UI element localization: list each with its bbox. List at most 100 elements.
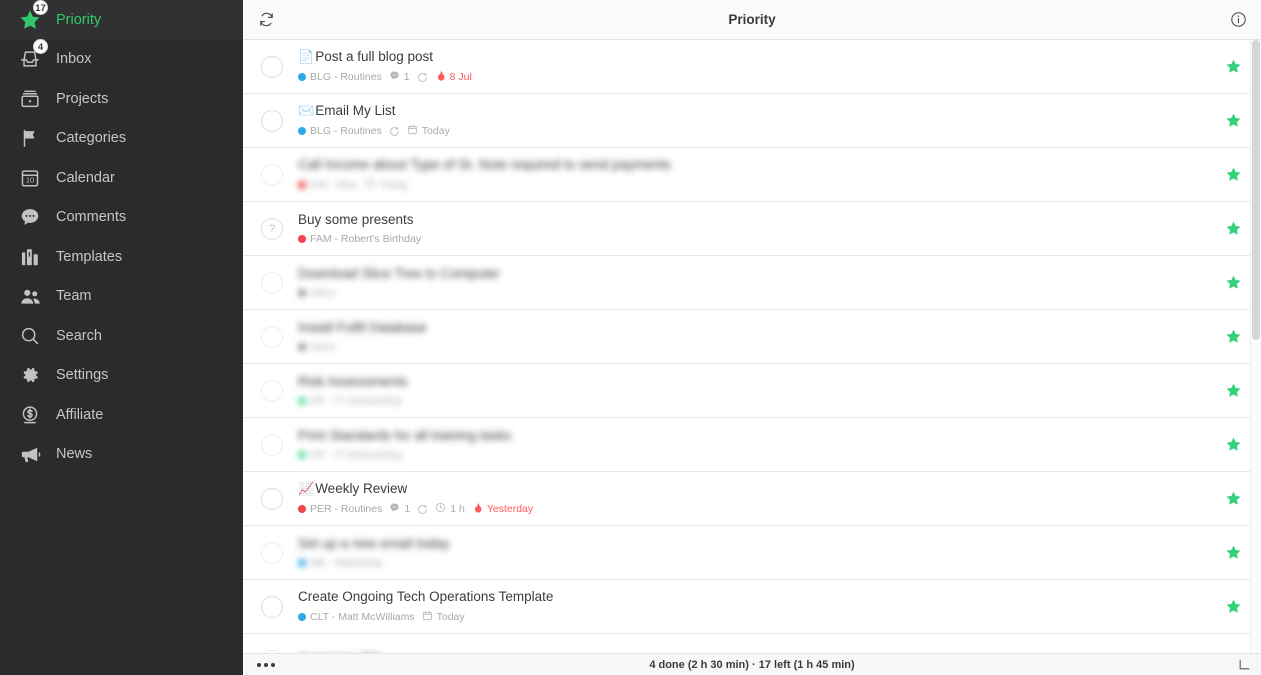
task-title-line[interactable]: Call Income about Type of St. Note requi… bbox=[298, 157, 1213, 173]
star-icon[interactable] bbox=[1213, 220, 1253, 237]
task-title-line[interactable]: 📈 Weekly Review bbox=[298, 481, 1213, 497]
task-title-line[interactable]: Risk Assessments bbox=[298, 374, 1213, 390]
task-row[interactable]: 📄 Post a full blog post BLG - Routines 1 … bbox=[243, 40, 1261, 94]
task-row[interactable]: 📈 Weekly Review PER - Routines 1 1 h Yest… bbox=[243, 472, 1261, 526]
task-content[interactable]: Call Income about Type of St. Note requi… bbox=[298, 157, 1213, 192]
sidebar-item-affiliate[interactable]: Affiliate bbox=[0, 395, 243, 435]
task-title-line[interactable]: ✉️ Email My List bbox=[298, 103, 1213, 119]
sidebar-item-settings[interactable]: Settings bbox=[0, 356, 243, 396]
task-content[interactable]: Set up a new email today MK - Marketing bbox=[298, 536, 1213, 569]
task-checkbox[interactable] bbox=[261, 163, 283, 186]
task-checkbox[interactable] bbox=[261, 55, 283, 78]
star-icon[interactable] bbox=[1213, 382, 1253, 399]
task-content[interactable]: Buy some presents FAM - Robert's Birthda… bbox=[298, 212, 1213, 245]
task-row[interactable]: Set up a new email today MK - Marketing bbox=[243, 526, 1261, 580]
task-checkbox[interactable] bbox=[261, 595, 283, 618]
task-title: Weekly Review bbox=[315, 480, 408, 496]
refresh-icon[interactable] bbox=[243, 0, 289, 40]
task-row[interactable]: Create Ongoing Tech Operations Template … bbox=[243, 580, 1261, 634]
task-title-line[interactable]: Buy some presents bbox=[298, 212, 1213, 228]
task-row[interactable]: Call Income about Type of St. Note requi… bbox=[243, 148, 1261, 202]
task-row[interactable]: Risk Assessments OP - IT Onboarding bbox=[243, 364, 1261, 418]
star-icon[interactable] bbox=[1213, 490, 1253, 507]
vertical-scrollbar[interactable] bbox=[1250, 40, 1261, 653]
sidebar-item-calendar[interactable]: 10 Calendar bbox=[0, 158, 243, 198]
more-options-icon[interactable] bbox=[243, 662, 289, 667]
task-due-date[interactable]: Today bbox=[365, 178, 408, 192]
task-project[interactable]: FIN - Misc bbox=[298, 179, 358, 191]
star-icon[interactable] bbox=[1213, 58, 1253, 75]
task-emoji: 📈 bbox=[298, 480, 315, 496]
task-title-line[interactable]: Install Fulfil Database bbox=[298, 320, 1213, 336]
task-comments[interactable]: 1 bbox=[389, 70, 410, 84]
task-title-line[interactable]: Create Ongoing Tech Operations Template bbox=[298, 589, 1213, 605]
sidebar-item-projects[interactable]: Projects bbox=[0, 79, 243, 119]
task-row[interactable]: Install Fulfil Database Inbox bbox=[243, 310, 1261, 364]
task-row[interactable]: Complete IPS bbox=[243, 634, 1261, 653]
task-list[interactable]: 📄 Post a full blog post BLG - Routines 1 … bbox=[243, 40, 1261, 653]
task-content[interactable]: 📄 Post a full blog post BLG - Routines 1 … bbox=[298, 49, 1213, 85]
star-icon[interactable] bbox=[1213, 544, 1253, 561]
task-due-date[interactable]: Today bbox=[407, 124, 450, 138]
task-title-line[interactable]: Set up a new email today bbox=[298, 536, 1213, 552]
task-project[interactable]: BLG - Routines bbox=[298, 71, 382, 83]
task-row[interactable]: ? Buy some presents FAM - Robert's Birth… bbox=[243, 202, 1261, 256]
sidebar-item-search[interactable]: Search bbox=[0, 316, 243, 356]
sidebar-item-team[interactable]: Team bbox=[0, 277, 243, 317]
repeat-icon[interactable] bbox=[417, 504, 428, 515]
task-title-line[interactable]: Download Slice Tree to Computer bbox=[298, 266, 1213, 282]
task-checkbox[interactable] bbox=[261, 433, 283, 456]
sidebar-item-templates[interactable]: Templates bbox=[0, 237, 243, 277]
star-icon[interactable] bbox=[1213, 112, 1253, 129]
task-project[interactable]: Inbox bbox=[298, 287, 336, 299]
task-content[interactable]: Create Ongoing Tech Operations Template … bbox=[298, 589, 1213, 624]
task-content[interactable]: Install Fulfil Database Inbox bbox=[298, 320, 1213, 353]
task-duration[interactable]: 1 h bbox=[435, 502, 465, 516]
info-icon[interactable] bbox=[1215, 0, 1261, 40]
task-due-date[interactable]: Yesterday bbox=[472, 502, 533, 517]
task-checkbox[interactable] bbox=[261, 271, 283, 294]
sidebar-item-comments[interactable]: Comments bbox=[0, 198, 243, 238]
task-project[interactable]: MK - Marketing bbox=[298, 557, 381, 569]
task-checkbox[interactable] bbox=[261, 325, 283, 348]
task-checkbox[interactable] bbox=[261, 379, 283, 402]
task-content[interactable]: 📈 Weekly Review PER - Routines 1 1 h Yest… bbox=[298, 481, 1213, 517]
task-content[interactable]: Download Slice Tree to Computer Inbox bbox=[298, 266, 1213, 299]
task-comments[interactable]: 1 bbox=[389, 502, 410, 516]
task-project[interactable]: FAM - Robert's Birthday bbox=[298, 233, 421, 245]
sidebar-item-categories[interactable]: Categories bbox=[0, 119, 243, 159]
task-project[interactable]: Inbox bbox=[298, 341, 336, 353]
task-content[interactable]: ✉️ Email My List BLG - Routines Today bbox=[298, 103, 1213, 138]
task-due-date[interactable]: 8 Jul bbox=[435, 70, 472, 85]
star-icon[interactable] bbox=[1213, 598, 1253, 615]
star-icon[interactable] bbox=[1213, 166, 1253, 183]
star-icon[interactable] bbox=[1213, 274, 1253, 291]
task-title-line[interactable]: 📄 Post a full blog post bbox=[298, 49, 1213, 65]
task-row[interactable]: ✉️ Email My List BLG - Routines Today bbox=[243, 94, 1261, 148]
task-due-date[interactable]: Today bbox=[422, 610, 465, 624]
task-title-line[interactable]: Print Standards for all training tasks bbox=[298, 428, 1213, 444]
task-row[interactable]: Print Standards for all training tasks O… bbox=[243, 418, 1261, 472]
task-checkbox[interactable] bbox=[261, 541, 283, 564]
task-project[interactable]: CLT - Matt McWilliams bbox=[298, 611, 415, 623]
sidebar-item-priority[interactable]: 17 Priority bbox=[0, 0, 243, 40]
task-content[interactable]: Risk Assessments OP - IT Onboarding bbox=[298, 374, 1213, 407]
repeat-icon[interactable] bbox=[389, 126, 400, 137]
task-project[interactable]: OP - IT Onboarding bbox=[298, 449, 401, 461]
task-checkbox[interactable] bbox=[261, 487, 283, 510]
task-title: Set up a new email today bbox=[298, 536, 450, 551]
task-checkbox[interactable] bbox=[261, 109, 283, 132]
star-icon[interactable] bbox=[1213, 328, 1253, 345]
repeat-icon[interactable] bbox=[417, 72, 428, 83]
sidebar-item-news[interactable]: News bbox=[0, 435, 243, 475]
task-content[interactable]: Print Standards for all training tasks O… bbox=[298, 428, 1213, 461]
task-project[interactable]: BLG - Routines bbox=[298, 125, 382, 137]
sidebar-item-inbox[interactable]: 4 Inbox bbox=[0, 39, 243, 80]
scrollbar-thumb[interactable] bbox=[1252, 40, 1260, 340]
resize-icon[interactable] bbox=[1227, 658, 1261, 671]
task-project[interactable]: PER - Routines bbox=[298, 503, 382, 515]
task-project[interactable]: OP - IT Onboarding bbox=[298, 395, 401, 407]
task-checkbox[interactable]: ? bbox=[261, 217, 283, 240]
star-icon[interactable] bbox=[1213, 436, 1253, 453]
task-row[interactable]: Download Slice Tree to Computer Inbox bbox=[243, 256, 1261, 310]
